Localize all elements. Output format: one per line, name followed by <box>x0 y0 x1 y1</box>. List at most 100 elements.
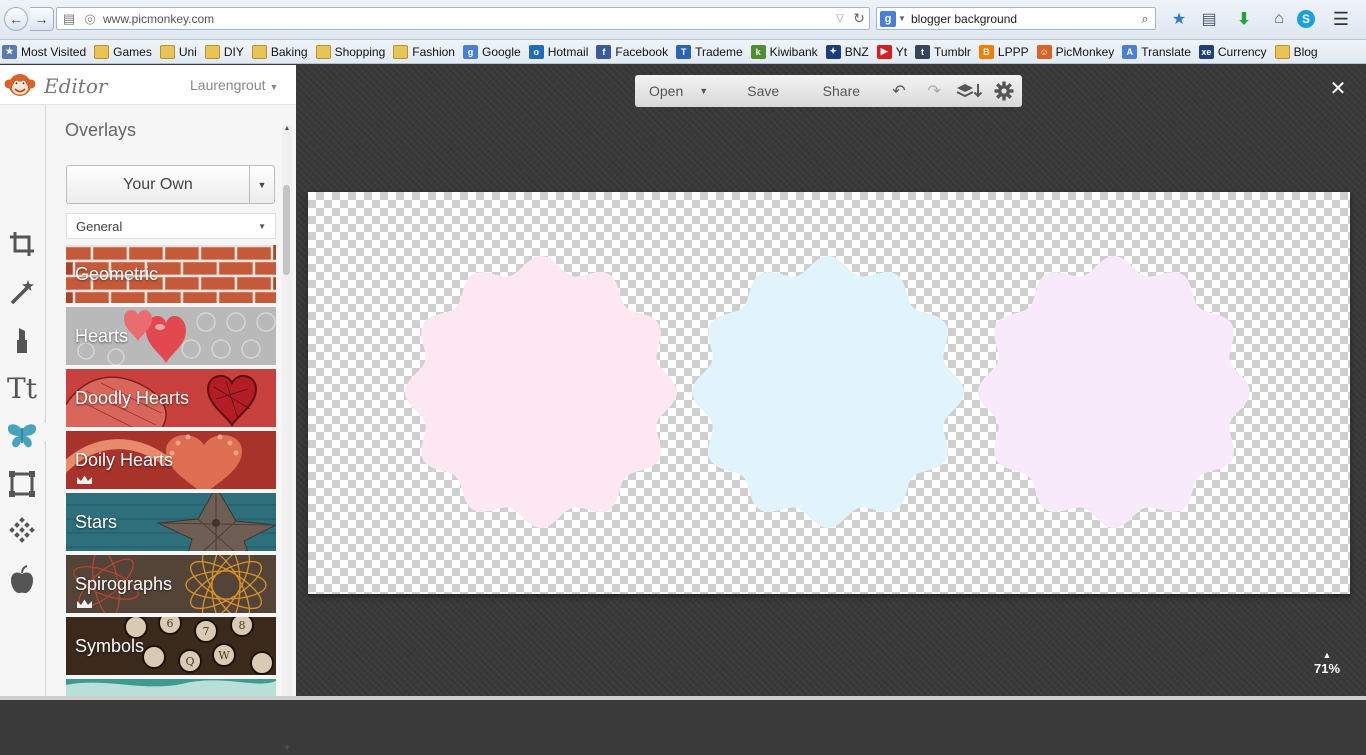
redo-icon[interactable]: ↷ <box>917 75 952 107</box>
back-button[interactable]: ← <box>4 7 28 31</box>
bookmark-bnz[interactable]: ✦ BNZ <box>825 44 869 59</box>
bookmark-hotmail[interactable]: o Hotmail <box>528 44 588 59</box>
frame-icon[interactable] <box>5 467 39 501</box>
bookmark-label: Currency <box>1217 44 1267 59</box>
folder-icon <box>315 44 331 59</box>
open-button[interactable]: Open ▼ <box>635 75 725 107</box>
butterfly-icon[interactable] <box>5 419 39 453</box>
editor-header: Editor Laurengrout ▼ <box>0 65 296 105</box>
magnifier-icon[interactable]: ⌕ <box>1135 11 1155 27</box>
undo-icon[interactable]: ↶ <box>881 75 916 107</box>
search-bar[interactable]: g ▼ blogger background ⌕ <box>876 7 1156 30</box>
bookmark-star-icon[interactable]: ★ <box>1168 8 1190 30</box>
lavender-badge[interactable] <box>978 256 1250 528</box>
window-bottom-edge <box>0 696 1366 700</box>
magic-wand-icon[interactable] <box>5 275 39 309</box>
overlay-tile-label: Geometric <box>75 264 159 284</box>
overlay-tile-label: Stars <box>75 512 118 532</box>
menu-icon[interactable]: ☰ <box>1330 8 1352 30</box>
overlays-panel: Overlays Your Own ▼ General ▼ Geometric <box>46 105 296 700</box>
search-engine-icon[interactable]: g <box>880 10 896 27</box>
zoom-level: 71% <box>1313 661 1341 676</box>
your-own-dropdown-button[interactable]: ▼ <box>250 165 275 204</box>
bookmark-google[interactable]: g Google <box>462 44 521 59</box>
bookmark-fashion[interactable]: Fashion <box>393 44 455 59</box>
bookmark-shopping[interactable]: Shopping <box>315 44 386 59</box>
bookmark-kiwibank[interactable]: k Kiwibank <box>750 44 818 59</box>
downloads-icon[interactable]: ⬇ <box>1233 8 1255 30</box>
address-bar[interactable]: ▤ ◎ www.picmonkey.com ▽ ↻ <box>56 7 870 30</box>
close-icon[interactable]: ✕ <box>1327 77 1349 100</box>
bookmark-label: Blog <box>1293 44 1318 59</box>
tumblr-icon: t <box>915 44 931 59</box>
overlay-tile-doodly-hearts[interactable]: Doodly Hearts <box>66 369 276 429</box>
gear-icon[interactable] <box>987 75 1022 107</box>
svg-text:Q: Q <box>185 655 194 668</box>
outlook-icon: o <box>528 44 544 59</box>
overlay-tile-hearts[interactable]: Hearts <box>66 307 276 367</box>
category-select[interactable]: General ▼ <box>66 213 276 239</box>
tool-rail: Tt <box>0 105 46 700</box>
url-text[interactable]: www.picmonkey.com <box>99 12 831 26</box>
panel-scrollbar[interactable]: ▲ ▼ <box>282 125 292 752</box>
text-tool-icon[interactable]: Tt <box>5 371 39 405</box>
search-input[interactable]: blogger background <box>908 12 1135 26</box>
bookmark-most-visited[interactable]: ★ Most Visited <box>2 44 86 59</box>
overlay-tile-stars[interactable]: Stars <box>66 493 276 553</box>
overlay-tile-geometric[interactable]: Geometric <box>66 245 276 305</box>
bookmark-trademe[interactable]: T Trademe <box>676 44 743 59</box>
overlay-tile-symbols[interactable]: 6 7 8 Q W Symbols <box>66 617 276 677</box>
bookmark-label: Trademe <box>695 44 743 59</box>
bookmark-baking[interactable]: Baking <box>251 44 308 59</box>
overlay-tile-spirographs[interactable]: Spirographs <box>66 555 276 615</box>
overlay-tile-doily-hearts[interactable]: Doily Hearts <box>66 431 276 491</box>
home-icon[interactable]: ⌂ <box>1268 8 1290 30</box>
share-button[interactable]: Share <box>801 75 881 107</box>
xe-icon: xe <box>1198 44 1214 59</box>
user-menu[interactable]: Laurengrout ▼ <box>190 77 278 93</box>
overlay-tile-label: Symbols <box>75 636 145 656</box>
layers-icon[interactable] <box>952 75 987 107</box>
page-icon: ▤ <box>62 10 76 26</box>
overlay-tile-label: Doodly Hearts <box>75 388 190 408</box>
lipstick-icon[interactable] <box>5 323 39 357</box>
bookmark-currency[interactable]: xe Currency <box>1198 44 1267 59</box>
google-icon: g <box>462 44 478 59</box>
crop-icon[interactable] <box>5 227 39 261</box>
bookmark-label: Shopping <box>334 44 386 59</box>
bookmark-yt[interactable]: ▶ Yt <box>876 44 907 59</box>
trademe-icon: T <box>676 44 692 59</box>
texture-icon[interactable] <box>5 515 39 549</box>
your-own-button[interactable]: Your Own <box>66 165 250 204</box>
bookmark-translate[interactable]: A Translate <box>1122 44 1191 59</box>
bookmark-games[interactable]: Games <box>94 44 152 59</box>
scroll-down-icon[interactable]: ▼ <box>282 745 292 755</box>
apple-icon[interactable] <box>5 563 39 597</box>
kiwibank-icon: k <box>750 44 766 59</box>
url-dropdown-icon[interactable]: ▽ <box>831 13 849 24</box>
reload-icon[interactable]: ↻ <box>849 10 869 27</box>
pink-badge[interactable] <box>405 256 677 528</box>
blue-badge[interactable] <box>692 256 964 528</box>
bookmark-uni[interactable]: Uni <box>159 44 197 59</box>
category-value: General <box>76 218 123 234</box>
bookmark-lppp[interactable]: B LPPP <box>978 44 1029 59</box>
forward-button[interactable]: → <box>30 7 54 31</box>
scroll-thumb[interactable] <box>283 185 290 275</box>
search-engine-caret-icon[interactable]: ▼ <box>896 14 908 23</box>
bookmark-blog[interactable]: Blog <box>1274 44 1318 59</box>
bookmark-diy[interactable]: DIY <box>204 44 244 59</box>
save-button[interactable]: Save <box>725 75 801 107</box>
bookmarks-bar: ★ Most Visited Games Uni DIY Baking Shopping Fa… <box>0 40 1366 64</box>
bookmark-tumblr[interactable]: t Tumblr <box>915 44 971 59</box>
picmonkey-logo-icon[interactable] <box>4 70 36 100</box>
zoom-control[interactable]: ▲ 71% <box>1302 650 1352 678</box>
svg-text:W: W <box>218 649 230 662</box>
scroll-up-icon[interactable]: ▲ <box>282 125 292 135</box>
bookmark-facebook[interactable]: f Facebook <box>596 44 668 59</box>
skype-icon[interactable]: S <box>1297 10 1315 28</box>
bookmark-picmonkey[interactable]: ☺ PicMonkey <box>1036 44 1114 59</box>
zoom-caret-up-icon[interactable]: ▲ <box>1302 650 1352 660</box>
image-canvas[interactable] <box>308 192 1350 594</box>
bookmarks-list-icon[interactable]: ▤ <box>1198 8 1220 30</box>
